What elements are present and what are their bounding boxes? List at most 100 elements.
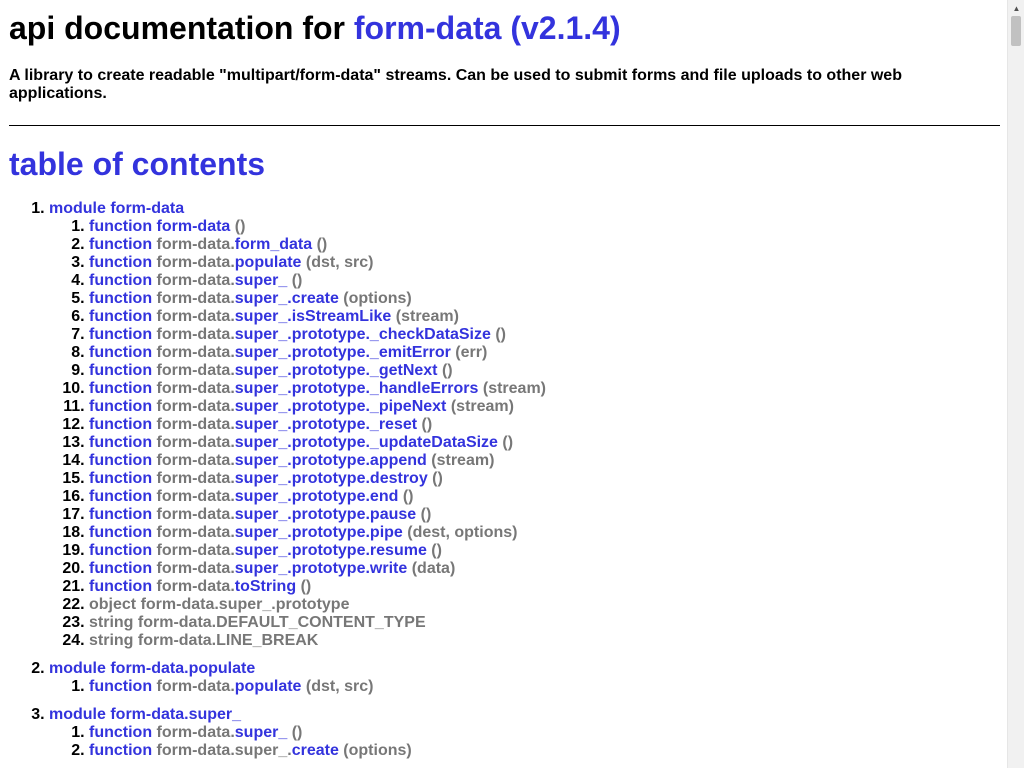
item-prefix: form-data. [156, 452, 235, 469]
scrollbar-thumb[interactable] [1011, 16, 1021, 46]
function-name-link[interactable]: populate [235, 254, 302, 271]
function-keyword-link[interactable]: function [89, 290, 152, 307]
function-keyword-link[interactable]: function [89, 326, 152, 343]
toc-item-list: function form-data.super_ ()function for… [49, 724, 1000, 760]
toc-module: module form-data.populatefunction form-d… [49, 660, 1000, 696]
function-keyword-link[interactable]: function [89, 308, 152, 325]
function-name-link[interactable]: super_.prototype._handleErrors [235, 380, 479, 397]
function-name-link[interactable]: super_ [235, 724, 287, 741]
function-keyword-link[interactable]: function [89, 578, 152, 595]
item-prefix: form-data. [156, 362, 235, 379]
function-args: (stream) [395, 308, 459, 325]
function-keyword-link[interactable]: function [89, 344, 152, 361]
function-args: () [502, 434, 514, 451]
page-title: api documentation for form-data (v2.1.4) [9, 10, 1000, 47]
function-keyword-link[interactable]: function [89, 434, 152, 451]
function-args: () [402, 488, 414, 505]
module-link[interactable]: module form-data.populate [49, 660, 255, 677]
function-name-link[interactable]: super_.prototype._updateDataSize [235, 434, 498, 451]
toc-item: function form-data.super_.prototype.writ… [89, 560, 1000, 578]
function-args: () [420, 506, 432, 523]
function-keyword-link[interactable]: function [89, 218, 152, 235]
function-name-link[interactable]: super_.create [235, 290, 339, 307]
function-args: (stream) [431, 452, 495, 469]
package-description: A library to create readable "multipart/… [9, 67, 902, 102]
function-keyword-link[interactable]: function [89, 524, 152, 541]
vertical-scrollbar[interactable]: ▲ [1007, 0, 1024, 768]
function-keyword-link[interactable]: function [89, 488, 152, 505]
toc-item: function form-data.super_.create (option… [89, 290, 1000, 308]
item-prefix: form-data. [156, 724, 235, 741]
function-name-link[interactable]: super_.prototype._reset [235, 416, 417, 433]
toc-item: function form-data.super_.prototype.end … [89, 488, 1000, 506]
function-keyword-link[interactable]: function [89, 416, 152, 433]
function-keyword-link[interactable]: function [89, 254, 152, 271]
function-name-link[interactable]: create [292, 742, 339, 759]
toc-item: function form-data.super_ () [89, 272, 1000, 290]
toc-heading: table of contents [9, 146, 266, 182]
function-keyword-link[interactable]: function [89, 380, 152, 397]
function-keyword-link[interactable]: function [89, 724, 152, 741]
function-name-link[interactable]: super_.isStreamLike [235, 308, 392, 325]
scroll-up-arrow-icon[interactable]: ▲ [1008, 0, 1024, 17]
function-args: (err) [455, 344, 488, 361]
item-prefix: form-data. [156, 524, 235, 541]
function-name-link[interactable]: super_.prototype.destroy [235, 470, 428, 487]
toc-item: function form-data.super_ () [89, 724, 1000, 742]
function-name-link[interactable]: super_.prototype.pause [235, 506, 416, 523]
item-prefix: form-data. [156, 434, 235, 451]
function-keyword-link[interactable]: function [89, 470, 152, 487]
toc-item: function form-data.super_.prototype._che… [89, 326, 1000, 344]
function-keyword-link[interactable]: function [89, 452, 152, 469]
function-name-link[interactable]: super_.prototype.resume [235, 542, 427, 559]
page-content: api documentation for form-data (v2.1.4)… [9, 0, 1000, 770]
function-name-link[interactable]: super_.prototype.write [235, 560, 407, 577]
function-keyword-link[interactable]: function [89, 398, 152, 415]
function-keyword-link[interactable]: function [89, 362, 152, 379]
function-name-link[interactable]: super_.prototype.pipe [235, 524, 403, 541]
function-keyword-link[interactable]: function [89, 542, 152, 559]
toc-item: function form-data.super_.prototype.appe… [89, 452, 1000, 470]
function-name-link[interactable]: super_.prototype._getNext [235, 362, 438, 379]
function-args: (options) [343, 742, 412, 759]
function-args: (stream) [450, 398, 514, 415]
item-prefix: form-data. [156, 254, 235, 271]
toc-item-list: function form-data ()function form-data.… [49, 218, 1000, 650]
function-name-link[interactable]: form-data [157, 218, 231, 235]
toc-module: module form-data.super_function form-dat… [49, 706, 1000, 760]
toc-item: function form-data.super_.prototype.resu… [89, 542, 1000, 560]
function-keyword-link[interactable]: function [89, 272, 152, 289]
function-name-link[interactable]: super_ [235, 272, 287, 289]
toc-item: string form-data.LINE_BREAK [89, 632, 1000, 650]
module-link[interactable]: module form-data [49, 200, 184, 217]
function-name-link[interactable]: populate [235, 678, 302, 695]
function-keyword-link[interactable]: function [89, 560, 152, 577]
item-prefix: form-data. [156, 380, 235, 397]
string-entry: string form-data.DEFAULT_CONTENT_TYPE [89, 614, 426, 631]
toc-item: function form-data.super_.prototype._upd… [89, 434, 1000, 452]
item-prefix: form-data.super_. [156, 742, 292, 759]
function-name-link[interactable]: super_.prototype._emitError [235, 344, 451, 361]
item-prefix: form-data. [156, 560, 235, 577]
function-args: (data) [411, 560, 456, 577]
module-link[interactable]: module form-data.super_ [49, 706, 241, 723]
function-args: () [300, 578, 312, 595]
function-keyword-link[interactable]: function [89, 236, 152, 253]
toc-item: function form-data.super_.prototype._pip… [89, 398, 1000, 416]
function-name-link[interactable]: toString [235, 578, 296, 595]
function-name-link[interactable]: form_data [235, 236, 312, 253]
function-keyword-link[interactable]: function [89, 678, 152, 695]
function-name-link[interactable]: super_.prototype._pipeNext [235, 398, 447, 415]
function-args: () [234, 218, 246, 235]
function-keyword-link[interactable]: function [89, 506, 152, 523]
function-name-link[interactable]: super_.prototype._checkDataSize [235, 326, 491, 343]
function-args: () [431, 542, 442, 559]
function-name-link[interactable]: super_.prototype.append [235, 452, 427, 469]
toc-item: function form-data.super_.prototype.pipe… [89, 524, 1000, 542]
function-name-link[interactable]: super_.prototype.end [235, 488, 399, 505]
function-args: () [421, 416, 433, 433]
package-link[interactable]: form-data (v2.1.4) [354, 10, 621, 46]
toc-item: function form-data.populate (dst, src) [89, 254, 1000, 272]
function-keyword-link[interactable]: function [89, 742, 152, 759]
function-args: () [432, 470, 443, 487]
